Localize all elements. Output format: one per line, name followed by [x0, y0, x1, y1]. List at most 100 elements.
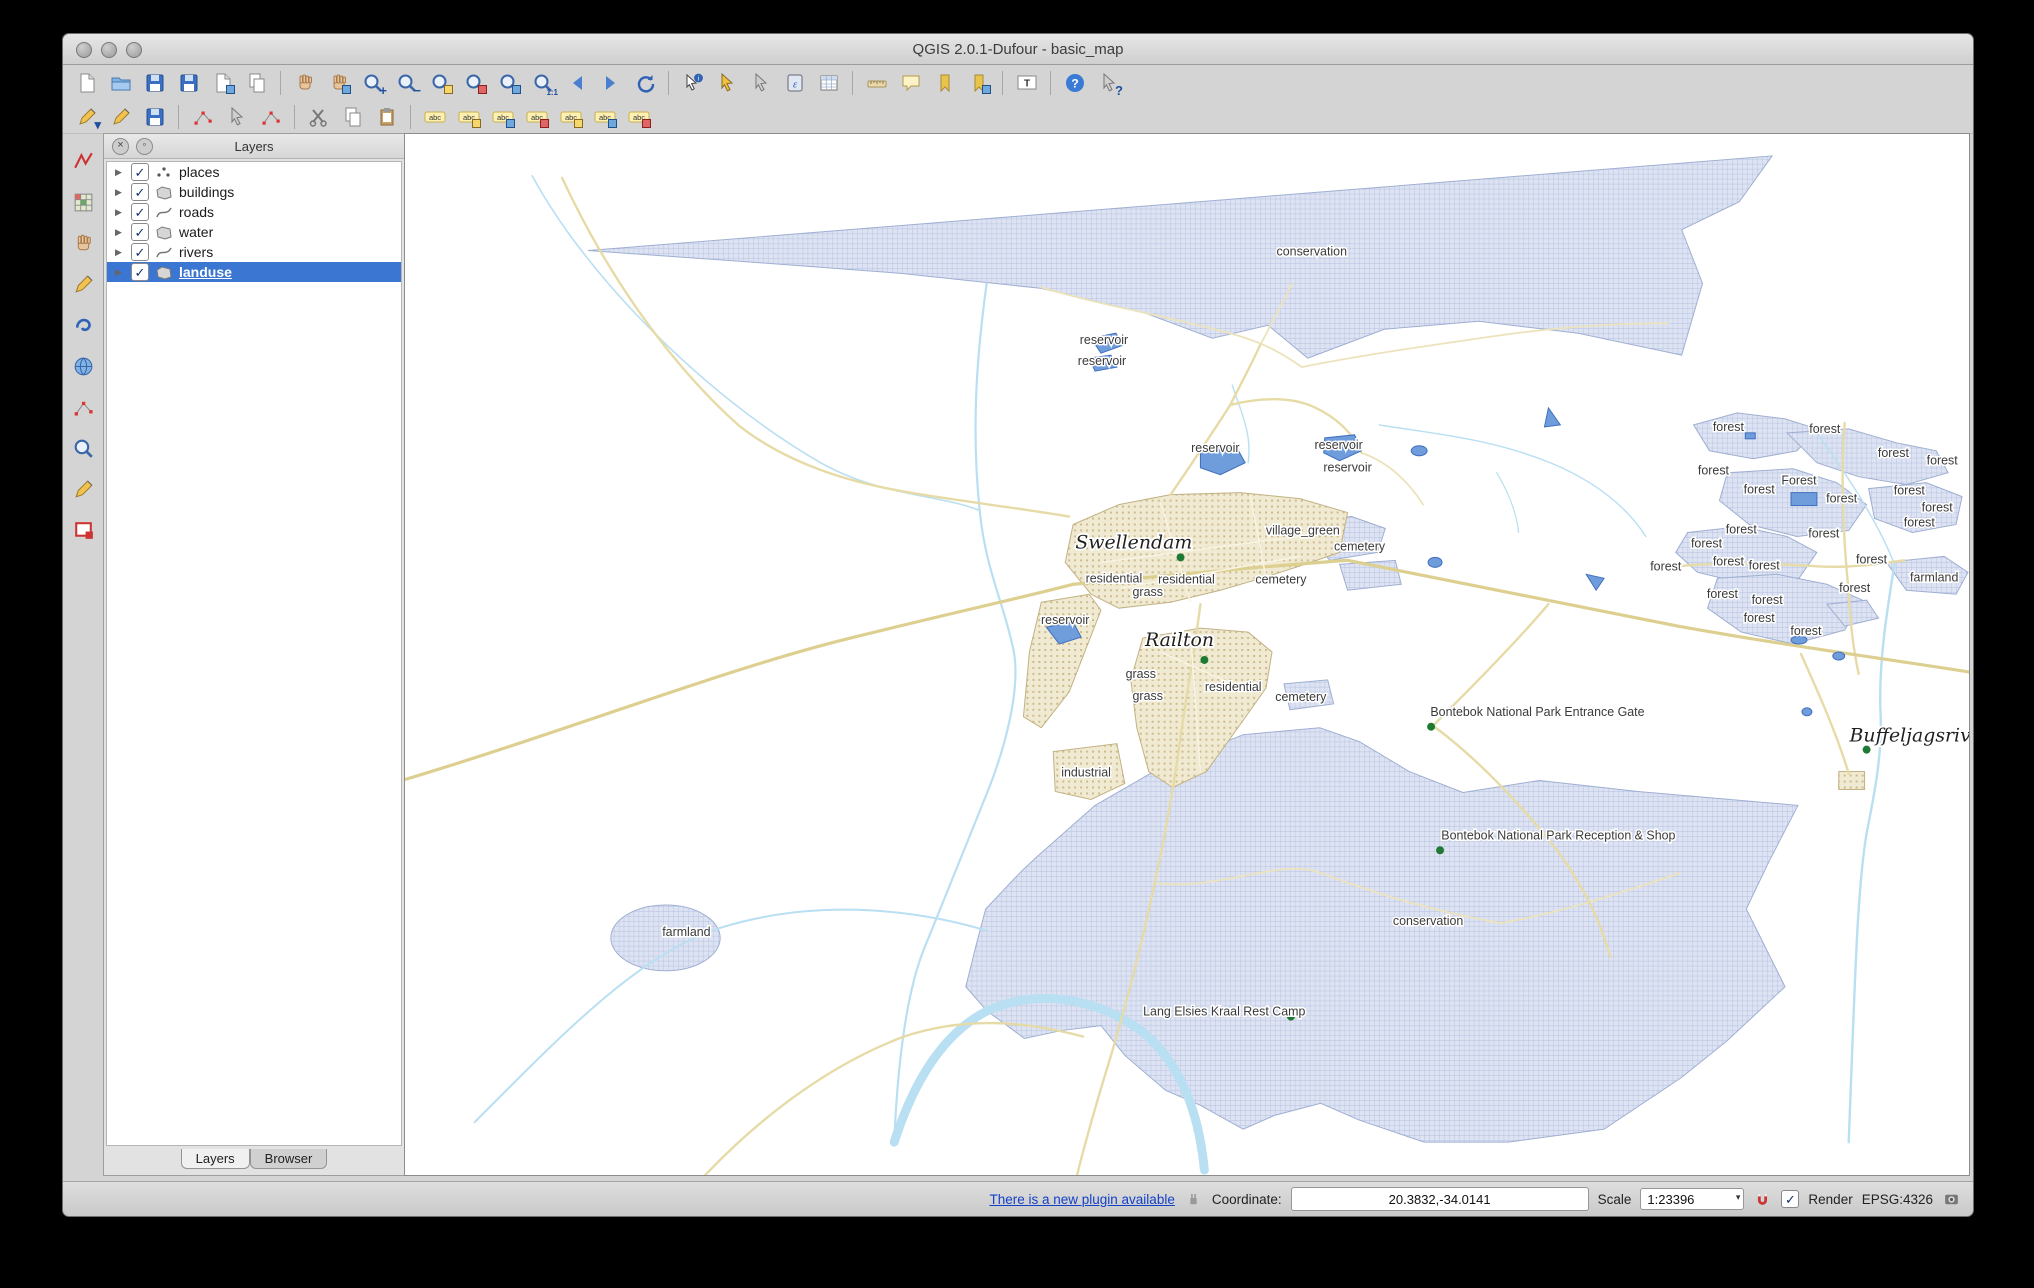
- layer-checkbox[interactable]: ✓: [131, 183, 149, 201]
- minimize-window-button[interactable]: [101, 42, 117, 58]
- expander-icon[interactable]: ▶: [115, 227, 125, 238]
- label-pin-button[interactable]: [453, 102, 484, 131]
- move-overlay-icon: [540, 119, 549, 128]
- map-canvas[interactable]: conservation reservoir reservoir reservo…: [404, 133, 1970, 1176]
- layer-checkbox[interactable]: ✓: [131, 203, 149, 221]
- zoom-window-button[interactable]: [126, 42, 142, 58]
- expander-icon[interactable]: ▶: [115, 167, 125, 178]
- add-feature-button[interactable]: [187, 102, 218, 131]
- current-edits-button[interactable]: ▾: [71, 102, 102, 131]
- label-show-hide-button[interactable]: [487, 102, 518, 131]
- web-plugin-icon[interactable]: [68, 352, 98, 380]
- expander-icon[interactable]: ▶: [115, 247, 125, 258]
- layer-row-rivers[interactable]: ▶ ✓ rivers: [107, 242, 401, 262]
- float-panel-button[interactable]: ◦: [136, 138, 153, 155]
- layer-checkbox[interactable]: ✓: [131, 243, 149, 261]
- composer-manager-button[interactable]: [241, 68, 272, 97]
- plugin-icon[interactable]: [1184, 1190, 1203, 1209]
- copy-features-button[interactable]: [337, 102, 368, 131]
- coordinate-capture-icon[interactable]: [68, 434, 98, 462]
- select-features-button[interactable]: [711, 68, 742, 97]
- plugin-available-link[interactable]: There is a new plugin available: [989, 1192, 1174, 1207]
- digitize-tool-icon[interactable]: [68, 147, 98, 175]
- expander-icon[interactable]: ▶: [115, 267, 125, 278]
- crs-status-icon[interactable]: [1942, 1190, 1961, 1209]
- zoom-last-button[interactable]: [561, 68, 592, 97]
- new-bookmark-button[interactable]: [929, 68, 960, 97]
- help-contents-button[interactable]: [1059, 68, 1090, 97]
- zoom-to-layer-button[interactable]: [493, 68, 524, 97]
- map-town-label: Railton: [1144, 629, 1214, 651]
- cut-features-button[interactable]: [303, 102, 334, 131]
- deselect-features-button[interactable]: [745, 68, 776, 97]
- label-properties-button[interactable]: [623, 102, 654, 131]
- tab-browser[interactable]: Browser: [249, 1149, 328, 1169]
- coordinate-input[interactable]: [1290, 1187, 1589, 1211]
- measure-line-button[interactable]: [861, 68, 892, 97]
- side-toolbar: [63, 133, 103, 1182]
- map-label: reservoir: [1323, 461, 1371, 475]
- pan-layer-tool-icon[interactable]: [68, 229, 98, 257]
- touch-zoom-pan-button[interactable]: [323, 68, 354, 97]
- render-checkbox[interactable]: ✓: [1781, 1190, 1800, 1208]
- move-feature-button[interactable]: [221, 102, 252, 131]
- whats-this-button[interactable]: ?: [1093, 68, 1124, 97]
- open-attribute-table-button[interactable]: [813, 68, 844, 97]
- label-rotate-button[interactable]: [555, 102, 586, 131]
- scale-combo[interactable]: 1:23396 ▾: [1640, 1188, 1745, 1210]
- close-panel-button[interactable]: ×: [112, 138, 129, 155]
- text-annotation-button[interactable]: [1011, 68, 1042, 97]
- label-move-button[interactable]: [521, 102, 552, 131]
- paste-features-button[interactable]: [371, 102, 402, 131]
- annotation-eraser-icon[interactable]: [68, 475, 98, 503]
- identify-features-button[interactable]: [677, 68, 708, 97]
- save-layer-edits-button[interactable]: [139, 102, 170, 131]
- map-tips-button[interactable]: [895, 68, 926, 97]
- zoom-full-button[interactable]: [425, 68, 456, 97]
- node-editor-icon[interactable]: [68, 393, 98, 421]
- show-bookmarks-button[interactable]: [963, 68, 994, 97]
- open-project-button[interactable]: [105, 68, 136, 97]
- zoom-next-button[interactable]: [595, 68, 626, 97]
- layer-name: landuse: [179, 264, 232, 280]
- save-project-as-button[interactable]: [173, 68, 204, 97]
- field-calculator-button[interactable]: [779, 68, 810, 97]
- new-print-composer-button[interactable]: [207, 68, 238, 97]
- decorations-icon[interactable]: [68, 516, 98, 544]
- layer-row-landuse[interactable]: ▶ ✓ landuse: [107, 262, 401, 282]
- layer-row-roads[interactable]: ▶ ✓ roads: [107, 202, 401, 222]
- pan-map-button[interactable]: [289, 68, 320, 97]
- zoom-out-button[interactable]: −: [391, 68, 422, 97]
- label-change-button[interactable]: [589, 102, 620, 131]
- refresh-map-button[interactable]: [629, 68, 660, 97]
- map-label: reservoir: [1314, 438, 1362, 452]
- save-project-button[interactable]: [139, 68, 170, 97]
- layer-checkbox[interactable]: ✓: [131, 223, 149, 241]
- node-tool-button[interactable]: [255, 102, 286, 131]
- map-label: grass: [1133, 689, 1163, 703]
- zoom-native-button[interactable]: 1:1: [527, 68, 558, 97]
- layer-row-water[interactable]: ▶ ✓ water: [107, 222, 401, 242]
- layer-checkbox[interactable]: ✓: [131, 263, 149, 281]
- sketch-tool-icon[interactable]: [68, 270, 98, 298]
- touch-overlay-icon: [342, 85, 351, 94]
- zoom-in-button[interactable]: +: [357, 68, 388, 97]
- new-project-button[interactable]: [71, 68, 102, 97]
- layer-labeling-button[interactable]: [419, 102, 450, 131]
- zoom-to-selection-button[interactable]: [459, 68, 490, 97]
- plugin-tool-icon[interactable]: [68, 311, 98, 339]
- expander-icon[interactable]: ▶: [115, 207, 125, 218]
- water-feature: [1801, 707, 1813, 717]
- selection-overlay-icon: [478, 85, 487, 94]
- tab-layers[interactable]: Layers: [180, 1149, 250, 1169]
- place-point: [1436, 846, 1445, 855]
- layer-checkbox[interactable]: ✓: [131, 163, 149, 181]
- panel-tabs: Layers Browser: [104, 1148, 404, 1175]
- layer-row-buildings[interactable]: ▶ ✓ buildings: [107, 182, 401, 202]
- expander-icon[interactable]: ▶: [115, 187, 125, 198]
- scale-lock-icon[interactable]: [1753, 1190, 1772, 1209]
- raster-tool-icon[interactable]: [68, 188, 98, 216]
- layer-row-places[interactable]: ▶ ✓ places: [107, 162, 401, 182]
- toggle-editing-button[interactable]: [105, 102, 136, 131]
- close-window-button[interactable]: [76, 42, 92, 58]
